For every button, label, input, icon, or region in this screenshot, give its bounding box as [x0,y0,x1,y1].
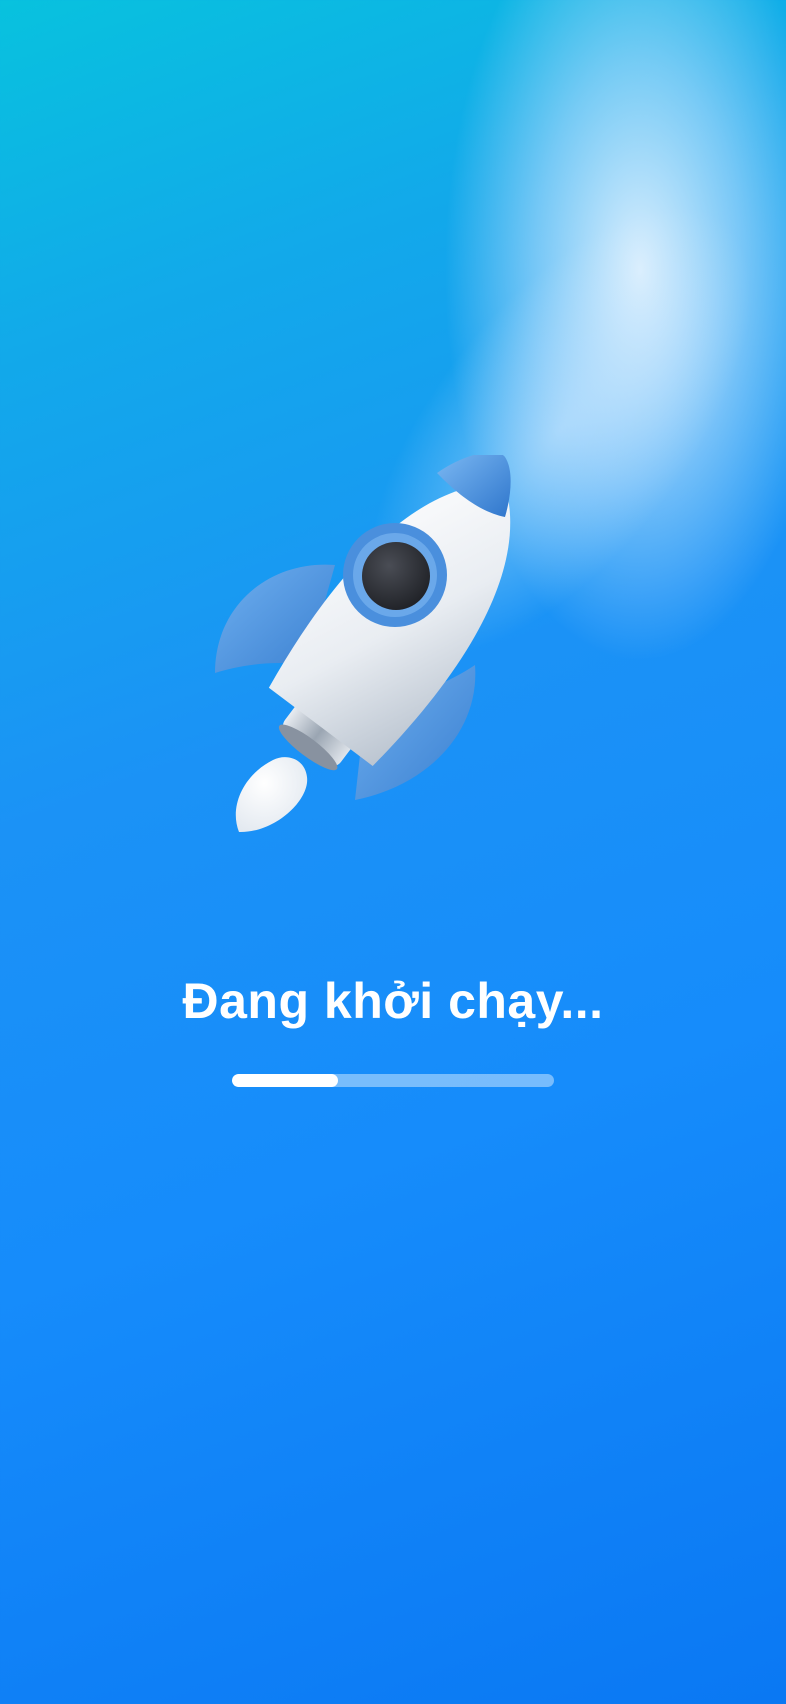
loading-progress-fill [232,1074,339,1087]
loading-progress-bar [232,1074,554,1087]
loading-status-text: Đang khởi chạy... [182,973,604,1029]
rocket-icon [215,455,511,833]
